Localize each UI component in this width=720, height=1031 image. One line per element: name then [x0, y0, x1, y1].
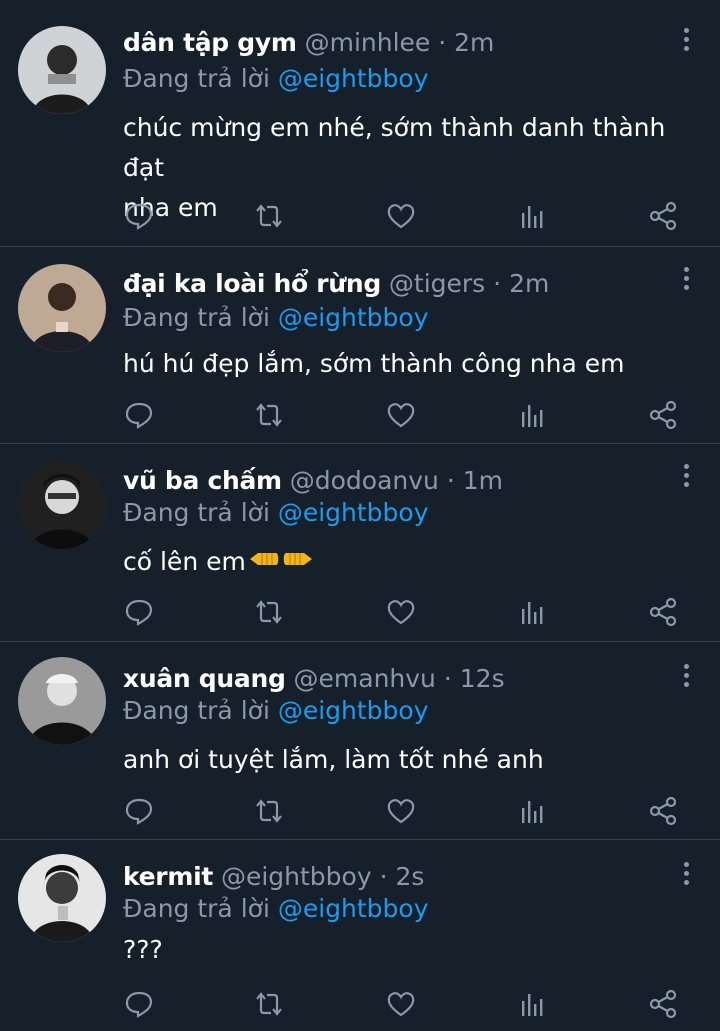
replying-label: Đang trả lời: [123, 64, 270, 93]
analytics-icon[interactable]: [517, 200, 549, 232]
tweet-text: ???: [123, 930, 690, 970]
reply-feed: dân tập gym @minhlee · 2m Đang trả lời @…: [0, 0, 720, 1031]
action-bar: [123, 399, 680, 433]
reply-icon[interactable]: [123, 399, 155, 431]
replying-to: Đang trả lời @eightbboy: [123, 892, 429, 926]
user-handle[interactable]: @dodoanvu: [290, 466, 439, 495]
reply-icon[interactable]: [123, 795, 155, 827]
mention-link[interactable]: @eightbboy: [278, 696, 429, 725]
analytics-icon[interactable]: [517, 988, 549, 1020]
action-bar: [123, 200, 680, 234]
timestamp[interactable]: 2s: [396, 862, 425, 891]
retweet-icon[interactable]: [253, 596, 285, 628]
user-handle[interactable]: @minhlee: [305, 28, 431, 57]
replying-to: Đang trả lời @eightbboy: [123, 62, 429, 96]
tweet[interactable]: kermit @eightbboy · 2s Đang trả lời @eig…: [0, 840, 720, 1031]
tweet-text: hú hú đẹp lắm, sớm thành công nha em: [123, 344, 690, 384]
timestamp[interactable]: 2m: [509, 269, 549, 298]
replying-label: Đang trả lời: [123, 696, 270, 725]
like-icon[interactable]: [385, 596, 417, 628]
retweet-icon[interactable]: [253, 988, 285, 1020]
avatar[interactable]: [18, 657, 106, 745]
separator: ·: [446, 466, 455, 495]
like-icon[interactable]: [385, 795, 417, 827]
user-handle[interactable]: @tigers: [389, 269, 485, 298]
reply-icon[interactable]: [123, 988, 155, 1020]
tweet[interactable]: đại ka loài hổ rừng @tigers · 2m Đang tr…: [0, 247, 720, 444]
left-facing-fist-emoji: [248, 543, 280, 583]
tweet-header: dân tập gym @minhlee · 2m: [123, 26, 660, 60]
tweet[interactable]: vũ ba chấm @dodoanvu · 1m Đang trả lời @…: [0, 444, 720, 642]
retweet-icon[interactable]: [253, 795, 285, 827]
separator: ·: [493, 269, 502, 298]
replying-label: Đang trả lời: [123, 498, 270, 527]
separator: ·: [438, 28, 447, 57]
tweet-header: kermit @eightbboy · 2s: [123, 860, 660, 894]
tweet-text-line: chúc mừng em nhé, sớm thành danh thành đ…: [123, 113, 666, 182]
reply-icon[interactable]: [123, 200, 155, 232]
tweet-text: anh ơi tuyệt lắm, làm tốt nhé anh: [123, 740, 690, 780]
tweet-text-line: hú hú đẹp lắm, sớm thành công nha em: [123, 349, 625, 378]
display-name[interactable]: dân tập gym: [123, 28, 297, 57]
display-name[interactable]: đại ka loài hổ rừng: [123, 269, 381, 298]
timestamp[interactable]: 12s: [460, 664, 505, 693]
tweet[interactable]: dân tập gym @minhlee · 2m Đang trả lời @…: [0, 0, 720, 247]
replying-to: Đang trả lời @eightbboy: [123, 301, 429, 335]
analytics-icon[interactable]: [517, 399, 549, 431]
more-options-icon[interactable]: [680, 664, 692, 694]
action-bar: [123, 795, 680, 829]
retweet-icon[interactable]: [253, 200, 285, 232]
more-options-icon[interactable]: [680, 267, 692, 297]
right-facing-fist-emoji: [282, 543, 314, 583]
tweet-text: cố lên em: [123, 542, 690, 583]
tweet-header: xuân quang @emanhvu · 12s: [123, 662, 660, 696]
display-name[interactable]: xuân quang: [123, 664, 286, 693]
like-icon[interactable]: [385, 399, 417, 431]
tweet-header: vũ ba chấm @dodoanvu · 1m: [123, 464, 660, 498]
mention-link[interactable]: @eightbboy: [278, 894, 429, 923]
more-options-icon[interactable]: [680, 464, 692, 494]
tweet-text-line: anh ơi tuyệt lắm, làm tốt nhé anh: [123, 745, 544, 774]
replying-label: Đang trả lời: [123, 303, 270, 332]
replying-to: Đang trả lời @eightbboy: [123, 496, 429, 530]
display-name[interactable]: kermit: [123, 862, 213, 891]
reply-icon[interactable]: [123, 596, 155, 628]
timestamp[interactable]: 1m: [463, 466, 503, 495]
share-icon[interactable]: [647, 988, 679, 1020]
analytics-icon[interactable]: [517, 795, 549, 827]
replying-label: Đang trả lời: [123, 894, 270, 923]
share-icon[interactable]: [647, 200, 679, 232]
replying-to: Đang trả lời @eightbboy: [123, 694, 429, 728]
action-bar: [123, 988, 680, 1022]
analytics-icon[interactable]: [517, 596, 549, 628]
tweet-text-line: cố lên em: [123, 542, 690, 583]
user-handle[interactable]: @eightbboy: [221, 862, 372, 891]
mention-link[interactable]: @eightbboy: [278, 64, 429, 93]
separator: ·: [443, 664, 452, 693]
action-bar: [123, 596, 680, 630]
user-handle[interactable]: @emanhvu: [294, 664, 436, 693]
timestamp[interactable]: 2m: [454, 28, 494, 57]
avatar[interactable]: [18, 461, 106, 549]
tweet[interactable]: xuân quang @emanhvu · 12s Đang trả lời @…: [0, 642, 720, 840]
tweet-text-line: ???: [123, 935, 163, 964]
avatar[interactable]: [18, 854, 106, 942]
separator: ·: [379, 862, 388, 891]
share-icon[interactable]: [647, 795, 679, 827]
tweet-text-content: cố lên em: [123, 547, 246, 576]
mention-link[interactable]: @eightbboy: [278, 303, 429, 332]
like-icon[interactable]: [385, 988, 417, 1020]
retweet-icon[interactable]: [253, 399, 285, 431]
avatar[interactable]: [18, 26, 106, 114]
like-icon[interactable]: [385, 200, 417, 232]
share-icon[interactable]: [647, 596, 679, 628]
share-icon[interactable]: [647, 399, 679, 431]
more-options-icon[interactable]: [680, 862, 692, 892]
avatar[interactable]: [18, 264, 106, 352]
mention-link[interactable]: @eightbboy: [278, 498, 429, 527]
display-name[interactable]: vũ ba chấm: [123, 466, 282, 495]
tweet-header: đại ka loài hổ rừng @tigers · 2m: [123, 267, 660, 301]
more-options-icon[interactable]: [680, 28, 692, 58]
